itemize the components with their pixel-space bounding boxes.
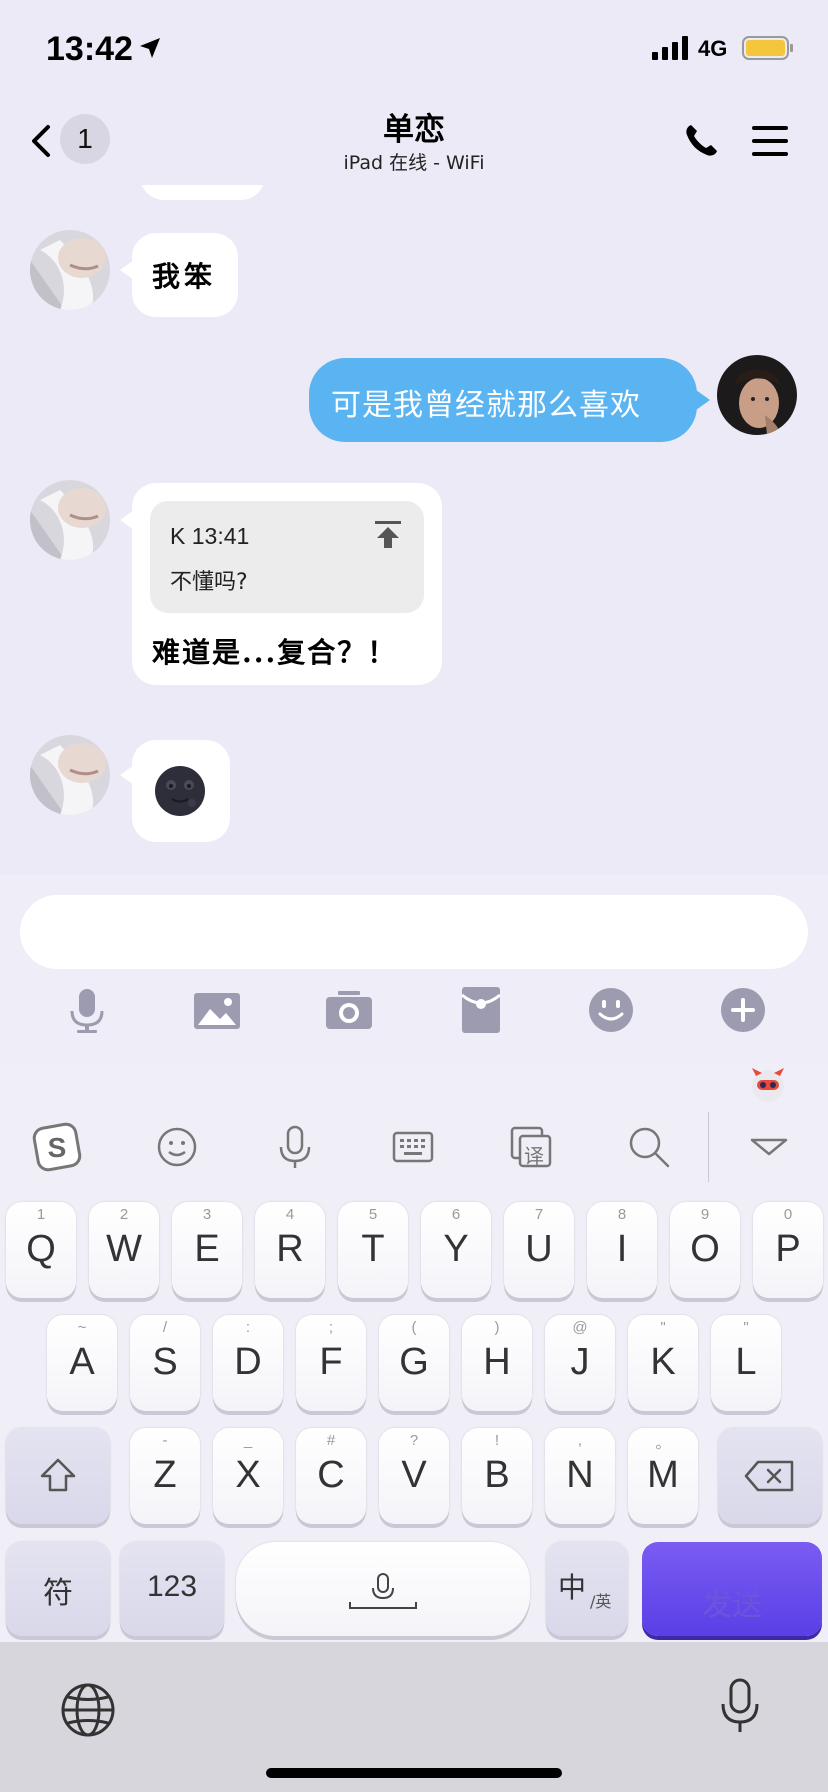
contact-avatar-image [30,230,110,310]
bubble-tail [696,390,710,410]
symbols-key[interactable]: 符 [6,1542,110,1636]
key-f[interactable]: ; F [296,1315,366,1411]
key-a[interactable]: ~ A [47,1315,117,1411]
key-r[interactable]: 4R [255,1202,325,1298]
my-avatar-image [717,355,797,435]
home-indicator[interactable] [266,1768,562,1778]
backspace-key[interactable] [718,1428,822,1524]
menu-icon[interactable] [752,124,788,158]
key-o[interactable]: 9O [670,1202,740,1298]
keyboard-icon[interactable] [388,1122,438,1172]
key-q[interactable]: 1Q [6,1202,76,1298]
numbers-key[interactable]: 123 [120,1542,224,1636]
key-l[interactable]: " L [711,1315,781,1411]
key-j[interactable]: @ J [545,1315,615,1411]
plus-icon[interactable] [718,985,768,1035]
globe-icon[interactable] [60,1682,116,1738]
send-button[interactable]: 发送 [642,1542,822,1636]
signal-icon [652,36,688,60]
space-voice-icon [349,1573,417,1609]
search-icon[interactable] [624,1122,674,1172]
key-h[interactable]: ) H [462,1315,532,1411]
contact-avatar-image [30,480,110,560]
key-v[interactable]: ? V [379,1428,449,1524]
message-text: 可是我曾经就那么喜欢 [331,388,641,423]
key-b[interactable]: ! B [462,1428,532,1524]
contact-avatar[interactable] [30,735,110,815]
status-time: 13:42 [46,30,133,68]
key-e[interactable]: 3E [172,1202,242,1298]
input-area [0,875,828,1075]
dictation-icon[interactable] [720,1678,760,1734]
chat-header: 1 单恋 iPad 在线 - WiFi [0,100,828,185]
key-t[interactable]: 5T [338,1202,408,1298]
new-moon-face-emoji [155,766,205,816]
message-text: 难道是...复合？！ [152,636,398,669]
red-packet-icon[interactable] [456,985,506,1035]
message-input[interactable] [20,895,808,969]
quoted-message-text: 不懂吗? [170,570,248,595]
key-g[interactable]: (G [379,1315,449,1411]
translate-icon[interactable]: 译 [506,1122,556,1172]
language-switch-key[interactable]: 中 /英 [546,1542,628,1636]
location-arrow-icon [140,38,160,58]
camera-icon[interactable] [324,985,374,1035]
message-bubble[interactable]: K 13:41 不懂吗? 难道是...复合？！ [132,483,442,685]
quoted-message[interactable]: K 13:41 不懂吗? [150,501,424,613]
outgoing-message-bubble[interactable]: 可是我曾经就那么喜欢 [309,358,697,442]
message-text: 我笨 [152,260,217,293]
my-avatar[interactable] [717,355,797,435]
key-s[interactable]: / S [130,1315,200,1411]
key-n[interactable]: ,N [545,1428,615,1524]
key-z[interactable]: -Z [130,1428,200,1524]
message-list[interactable]: 我笨 可是我曾经就那么喜欢 K 13:41 不懂吗? 难道是...复合？！ [0,185,828,875]
image-icon[interactable] [192,985,242,1035]
shift-icon [40,1458,76,1492]
key-d[interactable]: :D [213,1315,283,1411]
key-k[interactable]: " K [628,1315,698,1411]
contact-avatar[interactable] [30,480,110,560]
key-i[interactable]: 8I [587,1202,657,1298]
key-c[interactable]: # C [296,1428,366,1524]
collapse-icon[interactable] [744,1122,794,1172]
key-x[interactable]: _ X [213,1428,283,1524]
key-u[interactable]: 7U [504,1202,574,1298]
shift-key[interactable] [6,1428,110,1524]
system-keyboard-bar [0,1642,828,1792]
message-bubble[interactable]: 我笨 [132,233,238,317]
emoji-icon[interactable] [152,1122,202,1172]
space-key[interactable] [236,1542,530,1636]
message-bubble-partial [140,185,265,200]
keyboard: S 译 1 Q 2 W 3 E 4 R 5 T 6 Y 7 U 8 I 9 O … [0,1062,828,1642]
quoted-message-header: K 13:41 [170,523,250,549]
svg-text:S: S [48,1132,67,1163]
message-bubble[interactable] [132,740,230,842]
status-bar: 13:42 4G [0,0,828,100]
translate-char: 译 [524,1144,544,1168]
phone-icon[interactable] [682,122,720,160]
contact-avatar-image [30,735,110,815]
microphone-icon[interactable] [62,985,112,1035]
jump-to-top-icon[interactable] [375,521,401,549]
voice-icon[interactable] [270,1122,320,1172]
toolbar-divider [708,1112,709,1182]
key-p[interactable]: 0P [753,1202,823,1298]
backspace-icon [744,1460,794,1492]
key-m[interactable]: 。 M [628,1428,698,1524]
key-w[interactable]: 2W [89,1202,159,1298]
emoji-icon[interactable] [586,985,636,1035]
network-type: 4G [698,36,728,61]
mascot-icon[interactable] [748,1064,788,1104]
contact-avatar[interactable] [30,230,110,310]
battery-icon [742,36,793,60]
keyboard-toolbar: S 译 [0,1062,828,1182]
key-y[interactable]: 6Y [421,1202,491,1298]
sogou-logo-icon[interactable]: S [32,1122,82,1172]
